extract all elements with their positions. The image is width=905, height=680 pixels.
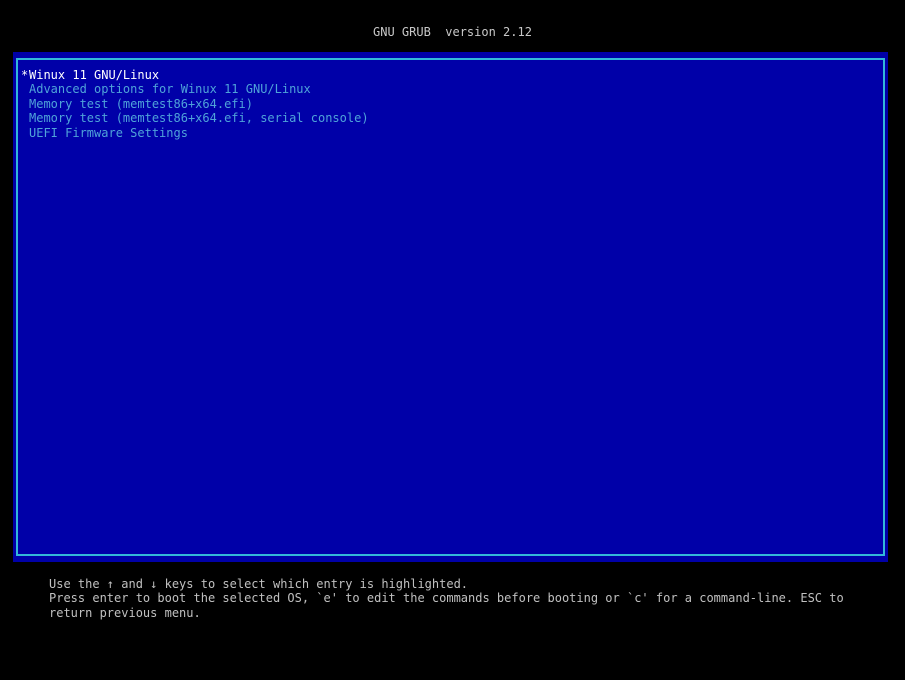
help-line-commands: Press enter to boot the selected OS, `e'… <box>49 591 844 606</box>
boot-entry-label: Memory test (memtest86+x64.efi, serial c… <box>29 111 369 126</box>
boot-entry-uefi-settings[interactable]: UEFI Firmware Settings <box>21 126 879 140</box>
boot-menu-frame: *Winux 11 GNU/Linux Advanced options for… <box>16 58 885 556</box>
boot-menu-entries: *Winux 11 GNU/Linux Advanced options for… <box>21 68 879 140</box>
help-text: Use the ↑ and ↓ keys to select which ent… <box>49 577 849 620</box>
boot-entry-label: Memory test (memtest86+x64.efi) <box>29 96 253 111</box>
selection-marker: * <box>21 68 29 82</box>
help-line-keys: Use the ↑ and ↓ keys to select which ent… <box>49 577 469 591</box>
boot-entry-advanced-options[interactable]: Advanced options for Winux 11 GNU/Linux <box>21 82 879 96</box>
boot-entry-label: UEFI Firmware Settings <box>29 125 188 140</box>
grub-title: GNU GRUB version 2.12 <box>373 25 532 39</box>
boot-entry-memory-test[interactable]: Memory test (memtest86+x64.efi) <box>21 97 879 111</box>
help-line-return: return previous menu. <box>49 605 201 620</box>
boot-menu-panel: *Winux 11 GNU/Linux Advanced options for… <box>13 52 888 562</box>
boot-entry-memory-test-serial[interactable]: Memory test (memtest86+x64.efi, serial c… <box>21 111 879 125</box>
boot-entry-label: Advanced options for Winux 11 GNU/Linux <box>29 82 311 97</box>
boot-entry-winux[interactable]: *Winux 11 GNU/Linux <box>21 68 879 82</box>
boot-entry-label: Winux 11 GNU/Linux <box>29 68 160 82</box>
